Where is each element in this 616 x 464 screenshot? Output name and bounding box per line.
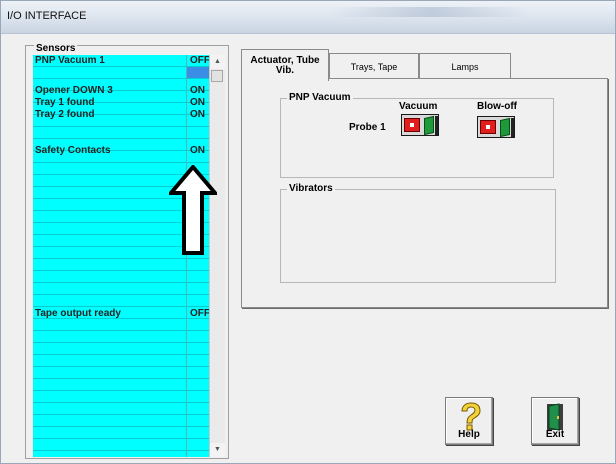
sensor-name: Tray 2 found	[35, 109, 95, 120]
probe-1-label: Probe 1	[349, 122, 386, 133]
valve-icon	[480, 120, 496, 134]
help-button[interactable]: Help	[445, 397, 493, 445]
sensor-value: OFF	[190, 55, 209, 66]
sensor-list[interactable]: PNP Vacuum 1 OFF Opener DOWN 3 ON Tray 1…	[33, 55, 209, 457]
exit-door-icon	[547, 403, 563, 431]
exit-button-label: Exit	[545, 429, 565, 440]
tab-label: Actuator, Tube Vib.	[250, 55, 320, 76]
sensor-row-safety-contacts[interactable]: Safety Contacts ON	[33, 145, 209, 157]
sensor-row-tape-output-ready[interactable]: Tape output ready OFF	[33, 308, 209, 320]
sensor-row-tray-2-found[interactable]: Tray 2 found ON	[33, 109, 209, 121]
sensor-name: Safety Contacts	[35, 145, 111, 156]
vibrators-label: Vibrators	[287, 183, 335, 195]
sensor-value: OFF	[190, 308, 209, 319]
sensor-value: ON	[190, 109, 205, 120]
tab-actuator-tube-vib[interactable]: Actuator, Tube Vib.	[241, 49, 329, 81]
vacuum-column-header: Vacuum	[399, 101, 438, 112]
title-bar-highlight	[331, 7, 531, 17]
sensor-row-opener-down-3[interactable]: Opener DOWN 3 ON	[33, 85, 209, 97]
up-arrow-icon	[169, 165, 217, 255]
sensor-row-pnp-vacuum-1[interactable]: PNP Vacuum 1 OFF	[33, 55, 209, 67]
sensor-name: Tape output ready	[35, 308, 121, 319]
io-interface-window: I/O INTERFACE Sensors PNP Vacuum 1 OFF O…	[0, 0, 616, 464]
help-button-label: Help	[458, 429, 480, 440]
blowoff-column-header: Blow-off	[477, 101, 517, 112]
pnp-vacuum-frame: PNP Vacuum Vacuum Blow-off Probe 1	[280, 92, 554, 178]
scroll-up-button[interactable]: ▲	[210, 55, 225, 69]
tab-lamps[interactable]: Lamps	[419, 53, 511, 79]
sensor-name: PNP Vacuum 1	[35, 55, 105, 66]
sensor-list-scrollbar[interactable]: ▲ ▼	[209, 55, 225, 457]
vacuum-valve-button[interactable]	[401, 114, 439, 136]
scroll-down-button[interactable]: ▼	[210, 443, 225, 457]
sensor-value: ON	[190, 145, 205, 156]
tab-label: Lamps	[451, 62, 479, 72]
title-bar: I/O INTERFACE	[1, 1, 615, 34]
sensor-row-tray-1-found[interactable]: Tray 1 found ON	[33, 97, 209, 109]
sensor-value: ON	[190, 85, 205, 96]
sensor-name: Opener DOWN 3	[35, 85, 113, 96]
pnp-vacuum-label: PNP Vacuum	[287, 92, 353, 104]
selected-cell[interactable]	[187, 67, 209, 78]
vibrators-frame: Vibrators	[280, 183, 556, 283]
tab-trays-tape[interactable]: Trays, Tape	[329, 53, 419, 79]
sensor-value: ON	[190, 97, 205, 108]
sensors-group-label: Sensors	[34, 43, 78, 54]
tab-label: Trays, Tape	[350, 62, 398, 72]
actuator-tab-page: PNP Vacuum Vacuum Blow-off Probe 1 Vibra…	[241, 78, 608, 308]
exit-button[interactable]: Exit	[531, 397, 579, 445]
scroll-thumb[interactable]	[211, 70, 223, 82]
valve-icon	[404, 118, 420, 132]
blowoff-valve-button[interactable]	[477, 116, 515, 138]
sensor-name: Tray 1 found	[35, 97, 95, 108]
question-mark-icon	[461, 402, 481, 431]
window-title: I/O INTERFACE	[7, 10, 87, 22]
